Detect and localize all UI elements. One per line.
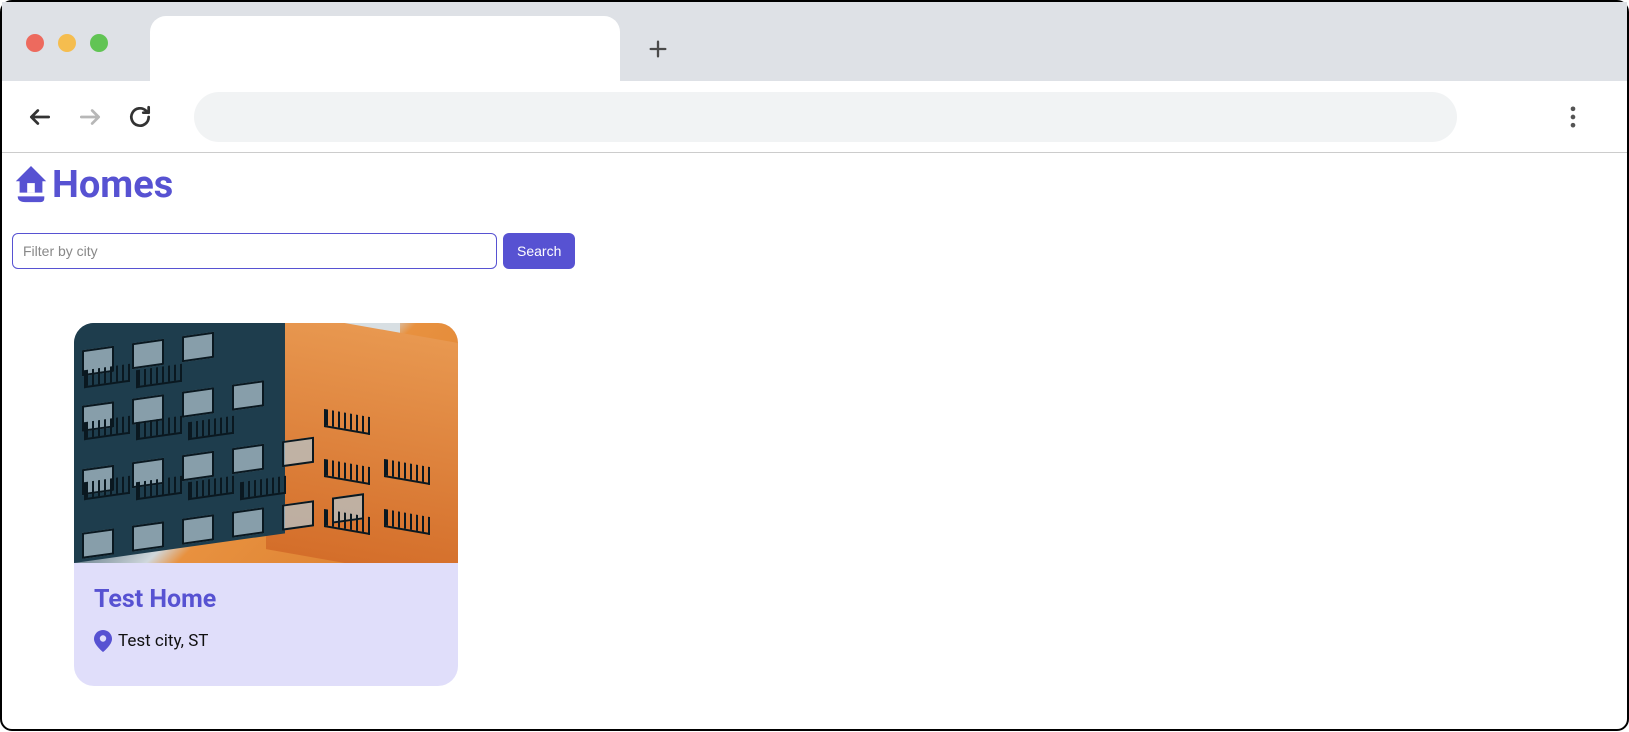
nav-back-button[interactable] xyxy=(26,103,54,131)
listing-location-text: Test city, ST xyxy=(118,631,208,651)
filter-by-city-input[interactable] xyxy=(12,233,497,269)
browser-toolbar xyxy=(2,81,1627,153)
browser-tab-strip xyxy=(2,2,1627,81)
listings-grid: Test Home Test city, ST xyxy=(2,277,1627,732)
listing-location: Test city, ST xyxy=(94,630,438,652)
search-button[interactable]: Search xyxy=(503,233,575,269)
browser-tab-active[interactable] xyxy=(150,16,620,81)
homes-logo-icon xyxy=(12,164,50,206)
brand-name: Homes xyxy=(52,163,173,207)
arrow-left-icon xyxy=(27,104,53,130)
arrow-right-icon xyxy=(77,104,103,130)
new-tab-button[interactable] xyxy=(638,29,678,69)
window-minimize-button[interactable] xyxy=(58,34,76,52)
url-bar[interactable] xyxy=(194,92,1457,142)
kebab-menu-icon xyxy=(1559,103,1587,131)
listing-title: Test Home xyxy=(94,585,438,614)
window-maximize-button[interactable] xyxy=(90,34,108,52)
listing-photo xyxy=(74,323,458,563)
listing-card[interactable]: Test Home Test city, ST xyxy=(74,323,458,686)
search-section: Search xyxy=(2,225,1627,277)
browser-menu-button[interactable] xyxy=(1559,103,1587,131)
plus-icon xyxy=(647,38,669,60)
nav-forward-button xyxy=(76,103,104,131)
brand-header: Homes xyxy=(2,153,1627,225)
location-pin-icon xyxy=(94,630,112,652)
listing-info: Test Home Test city, ST xyxy=(74,563,458,686)
page-content: Homes Search xyxy=(2,153,1627,732)
reload-icon xyxy=(127,104,153,130)
window-controls xyxy=(26,34,108,52)
nav-reload-button[interactable] xyxy=(126,103,154,131)
window-close-button[interactable] xyxy=(26,34,44,52)
